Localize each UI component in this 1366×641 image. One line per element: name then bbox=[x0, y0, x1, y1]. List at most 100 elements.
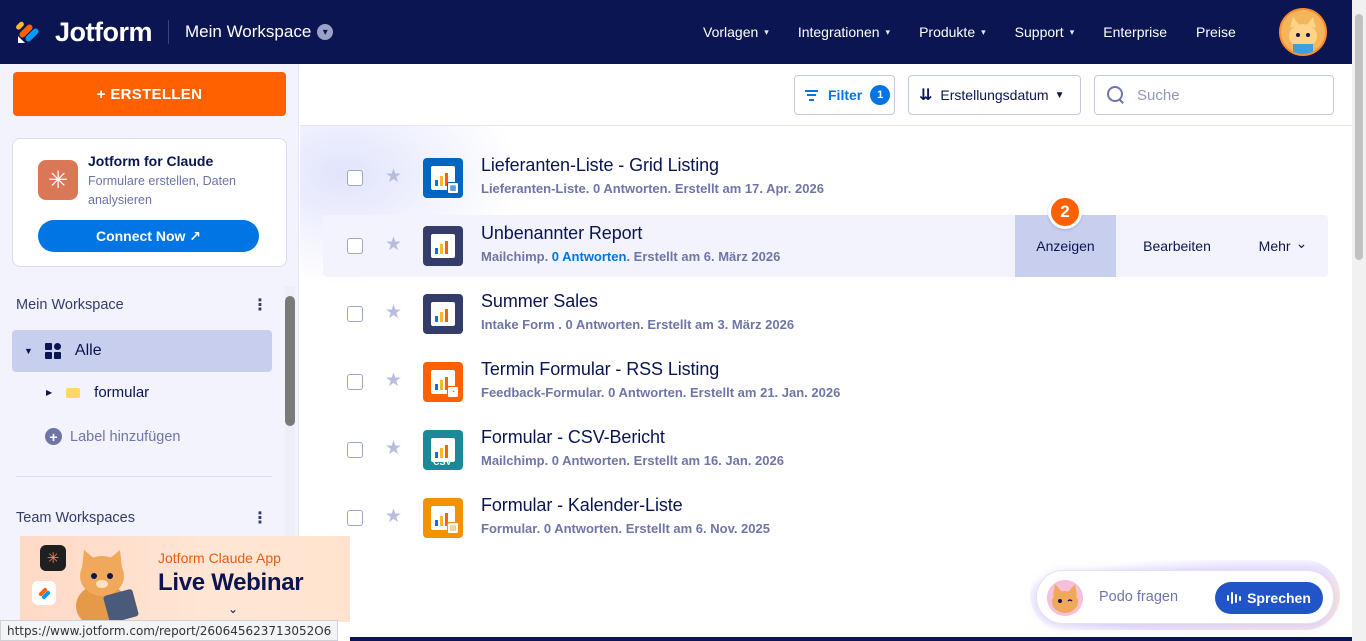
claude-card-title: Jotform for Claude bbox=[88, 153, 214, 169]
connect-now-button[interactable]: Connect Now ↗ bbox=[38, 220, 259, 252]
table-row[interactable]: ★ CSV Formular - CSV-Bericht Mailchimp. 0 A… bbox=[323, 419, 1328, 481]
bottom-border bbox=[1036, 637, 1352, 641]
row-checkbox[interactable] bbox=[347, 374, 363, 390]
jotform-logo-icon bbox=[16, 19, 42, 45]
responses-link[interactable]: 0 Antworten bbox=[552, 249, 627, 264]
sidebar-item-label: Alle bbox=[74, 342, 102, 359]
my-workspace-heading: Mein Workspace bbox=[16, 297, 124, 313]
chevron-down-icon: ▾ bbox=[764, 26, 769, 37]
nav-link-label: Enterprise bbox=[1103, 24, 1168, 40]
sort-icon: ⇊ bbox=[919, 87, 933, 104]
calendar-badge-icon: ▤ bbox=[447, 522, 459, 534]
chevron-down-icon: ⌄ bbox=[1295, 235, 1308, 251]
row-checkbox[interactable] bbox=[347, 442, 363, 458]
star-icon[interactable]: ★ bbox=[385, 165, 402, 188]
report-meta: Mailchimp. 0 Antworten. Erstellt am 16. … bbox=[481, 453, 784, 468]
report-title[interactable]: Summer Sales bbox=[481, 291, 598, 312]
more-button[interactable]: Mehr ⌄ bbox=[1238, 215, 1328, 277]
report-title[interactable]: Lieferanten-Liste - Grid Listing bbox=[481, 155, 719, 176]
row-checkbox[interactable] bbox=[347, 170, 363, 186]
brand-name: Jotform bbox=[55, 16, 153, 47]
table-row[interactable]: ★ Summer Sales Intake Form . 0 Antworten. … bbox=[323, 283, 1328, 345]
row-checkbox[interactable] bbox=[347, 306, 363, 322]
table-row[interactable]: ★ ◔ Termin Formular - RSS Listing Feedback-… bbox=[323, 351, 1328, 413]
more-vertical-icon[interactable]: ⋮ bbox=[252, 295, 268, 315]
caret-right-icon[interactable]: ▶ bbox=[46, 388, 52, 397]
report-icon bbox=[423, 294, 463, 334]
row-checkbox[interactable] bbox=[347, 510, 363, 526]
report-meta: Intake Form . 0 Antworten. Erstellt am 3… bbox=[481, 317, 794, 332]
report-meta-text: Mailchimp. 0 Antworten. Erstellt am 16. … bbox=[481, 453, 784, 468]
chevron-down-icon: ▾ bbox=[1069, 26, 1075, 37]
page-scrollbar[interactable] bbox=[1352, 0, 1366, 641]
star-icon[interactable]: ★ bbox=[385, 437, 402, 460]
team-workspaces-heading: Team Workspaces bbox=[16, 510, 135, 526]
star-icon[interactable]: ★ bbox=[385, 505, 402, 528]
nav-link-preise[interactable]: Preise bbox=[1196, 24, 1236, 40]
nav-link-label: Vorlagen bbox=[703, 24, 759, 40]
search-icon bbox=[1107, 86, 1125, 104]
report-meta-text: Intake Form . 0 Antworten. Erstellt am 3… bbox=[481, 317, 795, 332]
nav-link-integrationen[interactable]: Integrationen ▾ bbox=[798, 24, 890, 40]
report-meta: Formular. 0 Antworten. Erstellt am 6. No… bbox=[481, 521, 770, 536]
report-title[interactable]: Formular - CSV-Bericht bbox=[481, 427, 665, 448]
report-icon: CSV bbox=[423, 430, 463, 470]
add-label-button[interactable]: + Label hinzufügen bbox=[45, 428, 180, 445]
nav-link-support[interactable]: Support ▾ bbox=[1015, 24, 1075, 40]
search-box[interactable] bbox=[1094, 75, 1334, 115]
claude-icon: ✳ bbox=[40, 545, 66, 571]
nav-divider bbox=[168, 20, 169, 44]
table-row[interactable]: ★ ▤ Formular - Kalender-Liste Formular. 0 A… bbox=[323, 487, 1328, 549]
claude-promo-card: ✳ Jotform for Claude Formulare erstellen… bbox=[12, 138, 287, 267]
csv-label: CSV bbox=[433, 457, 452, 467]
report-meta: Mailchimp. 0 Antworten. Erstellt am 6. M… bbox=[481, 249, 780, 264]
sidebar-item-all[interactable]: ▼ Alle bbox=[12, 330, 272, 372]
nav-link-produkte[interactable]: Produkte ▾ bbox=[919, 24, 986, 40]
sidebar-item-formular[interactable]: ▶ formular bbox=[46, 384, 149, 401]
create-button[interactable]: + ERSTELLEN bbox=[13, 72, 286, 116]
user-avatar[interactable] bbox=[1279, 8, 1327, 56]
webinar-banner[interactable]: ✳ Jotform Claude App Live Webinar ⌄ bbox=[20, 536, 350, 622]
report-meta-text: Feedback-Formular. 0 Antworten. Erstellt… bbox=[481, 385, 841, 400]
star-icon[interactable]: ★ bbox=[385, 301, 402, 324]
report-title[interactable]: Formular - Kalender-Liste bbox=[481, 495, 683, 516]
edit-button[interactable]: Bearbeiten bbox=[1116, 215, 1238, 277]
chevron-down-icon: ▾ bbox=[885, 26, 891, 37]
report-icon: ▤ bbox=[423, 498, 463, 538]
table-row[interactable]: ★ ▦ Lieferanten-Liste - Grid Listing Liefer… bbox=[323, 147, 1328, 209]
webinar-kicker: Jotform Claude App bbox=[158, 550, 281, 566]
star-icon[interactable]: ★ bbox=[385, 233, 402, 256]
filter-button[interactable]: Filter 1 bbox=[794, 75, 895, 115]
more-vertical-icon[interactable]: ⋮ bbox=[252, 508, 268, 528]
caret-down-icon[interactable]: ▼ bbox=[24, 346, 33, 356]
step-badge: 2 bbox=[1048, 195, 1082, 229]
podo-prompt[interactable]: Podo fragen bbox=[1099, 589, 1178, 605]
nav-link-label: Produkte bbox=[919, 24, 976, 40]
row-checkbox[interactable] bbox=[347, 238, 363, 254]
report-icon: ▦ bbox=[423, 158, 463, 198]
workspace-switcher[interactable]: Mein Workspace ▾ bbox=[185, 22, 334, 42]
filter-label: Filter bbox=[828, 87, 863, 103]
filter-icon bbox=[805, 89, 818, 101]
star-icon[interactable]: ★ bbox=[385, 369, 402, 392]
top-navigation: Jotform Mein Workspace ▾ Vorlagen ▾ Integr… bbox=[0, 0, 1352, 64]
sidebar-scroll-thumb[interactable] bbox=[285, 296, 295, 426]
speak-button[interactable]: Sprechen bbox=[1215, 582, 1323, 614]
page-scroll-thumb[interactable] bbox=[1355, 14, 1363, 260]
nav-link-label: Integrationen bbox=[797, 24, 880, 40]
report-meta-text: Mailchimp. bbox=[481, 249, 552, 264]
report-meta-text: . Erstellt am 6. März 2026 bbox=[626, 249, 781, 264]
nav-link-enterprise[interactable]: Enterprise bbox=[1103, 24, 1167, 40]
sort-dropdown[interactable]: ⇊ Erstellungsdatum ▼ bbox=[908, 75, 1081, 115]
chevron-down-icon[interactable]: ⌄ bbox=[228, 602, 238, 616]
chevron-down-icon: ▾ bbox=[317, 24, 334, 40]
webinar-title: Live Webinar bbox=[158, 569, 304, 596]
nav-link-vorlagen[interactable]: Vorlagen ▾ bbox=[703, 24, 769, 40]
podo-avatar[interactable] bbox=[1047, 580, 1083, 616]
search-input[interactable] bbox=[1137, 86, 1317, 104]
table-row[interactable]: ★ Unbenannter Report Mailchimp. 0 Antworte… bbox=[323, 215, 1328, 277]
jotform-logo[interactable]: Jotform bbox=[16, 16, 153, 48]
report-title[interactable]: Unbenannter Report bbox=[481, 223, 642, 244]
report-title[interactable]: Termin Formular - RSS Listing bbox=[481, 359, 719, 380]
workspace-name: Mein Workspace bbox=[185, 22, 312, 41]
